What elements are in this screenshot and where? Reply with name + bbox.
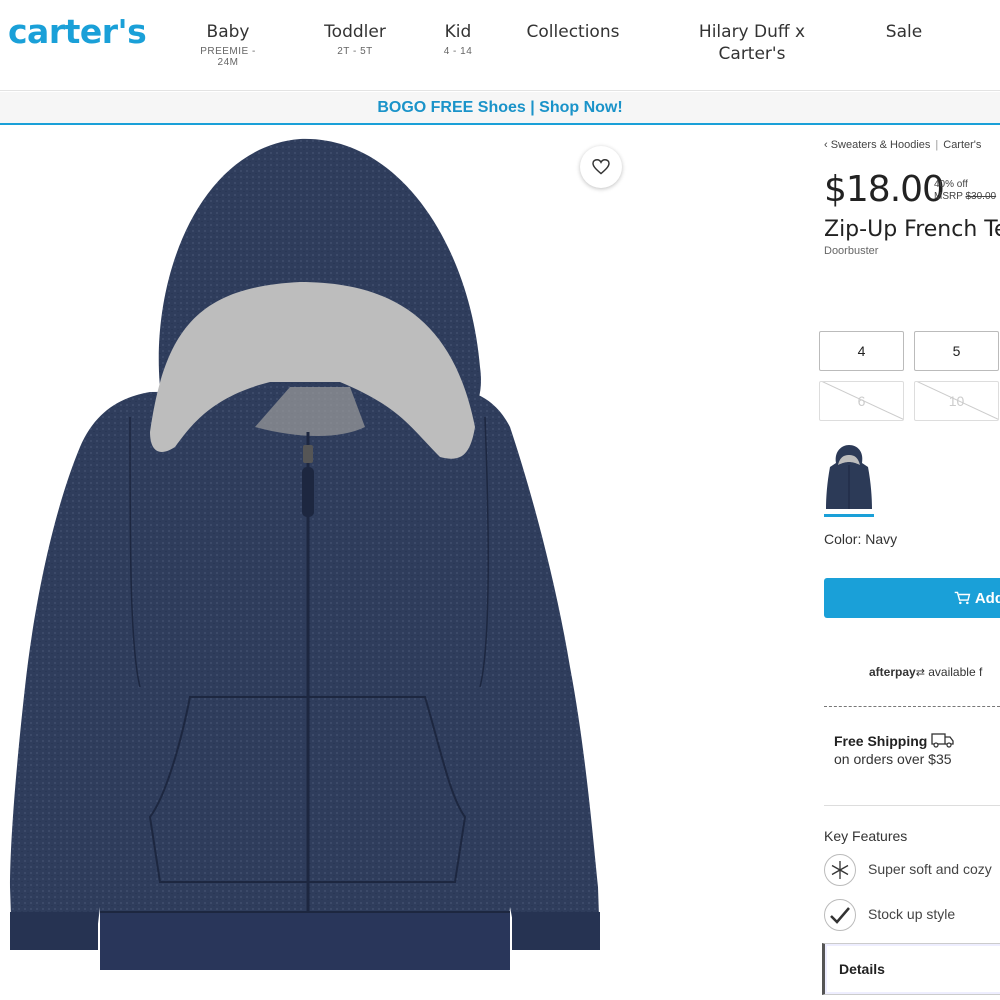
afterpay-logo: afterpay [869,665,916,679]
nav-baby[interactable]: Baby PREEMIE - 24M [190,21,266,68]
truck-icon [931,733,954,748]
price-details: 40% off MSRP $30.00 [934,179,996,203]
size-label: 10 [948,393,965,409]
size-label: 6 [857,393,866,409]
product-image[interactable] [0,127,620,1000]
nav-kid[interactable]: Kid 4 - 14 [436,21,480,57]
feature-text: Stock up style [868,906,956,922]
nav-toddler[interactable]: Toddler 2T - 5T [319,21,391,57]
add-button-label: Add [974,589,1000,607]
free-shipping-label: Free Shipping [834,733,928,749]
nav-collections[interactable]: Collections [524,21,622,43]
product-title: Zip-Up French Te [824,217,1000,242]
site-header: carter's Baby PREEMIE - 24M Toddler 2T -… [0,0,1000,91]
size-button-10: 10 [914,381,999,421]
nav-label: Kid [444,22,472,42]
color-swatch-navy[interactable] [824,443,874,515]
nav-label: Sale [885,22,923,42]
breadcrumb-separator: | [935,139,939,151]
key-features-title: Key Features [824,828,908,844]
carters-logo[interactable]: carter's [8,12,147,51]
check-icon [824,899,856,931]
size-label: 5 [952,343,961,359]
divider [824,805,1000,806]
nav-label: Baby [206,22,250,42]
nav-sublabel: PREEMIE - 24M [200,46,256,68]
afterpay-arrows-icon: ⇄ [915,667,925,679]
nav-label: Hilary Duff x Carter's [698,22,806,64]
afterpay-text: available f [928,665,983,679]
msrp-label: MSRP [934,191,963,202]
swatch-selected-indicator [824,514,874,517]
promo-banner: BOGO FREE Shoes | Shop Now! [0,92,1000,125]
nav-sublabel: 2T - 5T [337,46,373,57]
nav-label: Collections [526,22,620,42]
free-shipping-subtext: on orders over $35 [834,751,952,767]
details-accordion[interactable]: Details [822,943,1000,995]
feature-text: Super soft and cozy [868,861,992,877]
size-button-6: 6 [819,381,904,421]
size-label: 4 [857,343,866,359]
divider [824,706,1000,707]
nav-hilary-duff[interactable]: Hilary Duff x Carter's [668,21,836,65]
favorite-button[interactable] [580,146,622,188]
snowflake-icon [824,854,856,886]
breadcrumb: ‹ Sweaters & Hoodies | Carter's [824,139,981,151]
color-label: Color: Navy [824,531,898,547]
breadcrumb-sweaters[interactable]: ‹ Sweaters & Hoodies [824,139,930,151]
nav-sale[interactable]: Sale [880,21,928,43]
size-button-5[interactable]: 5 [914,331,999,371]
details-label: Details [839,961,885,977]
free-shipping-title: Free Shipping [834,732,955,749]
nav-label: Toddler [324,22,386,42]
add-to-bag-button[interactable]: Add [824,578,1000,618]
msrp-price: $30.00 [965,191,997,202]
afterpay-message[interactable]: afterpay⇄ available f [869,665,982,679]
nav-sublabel: 4 - 14 [443,46,473,57]
doorbuster-badge: Doorbuster [824,245,879,257]
discount-label: 40% off [934,179,968,190]
cart-icon [954,591,971,605]
breadcrumb-brand[interactable]: Carter's [943,139,981,151]
size-button-4[interactable]: 4 [819,331,904,371]
promo-link[interactable]: BOGO FREE Shoes | Shop Now! [377,99,622,116]
heart-icon [592,159,610,175]
sale-price: $18.00 [824,169,945,210]
